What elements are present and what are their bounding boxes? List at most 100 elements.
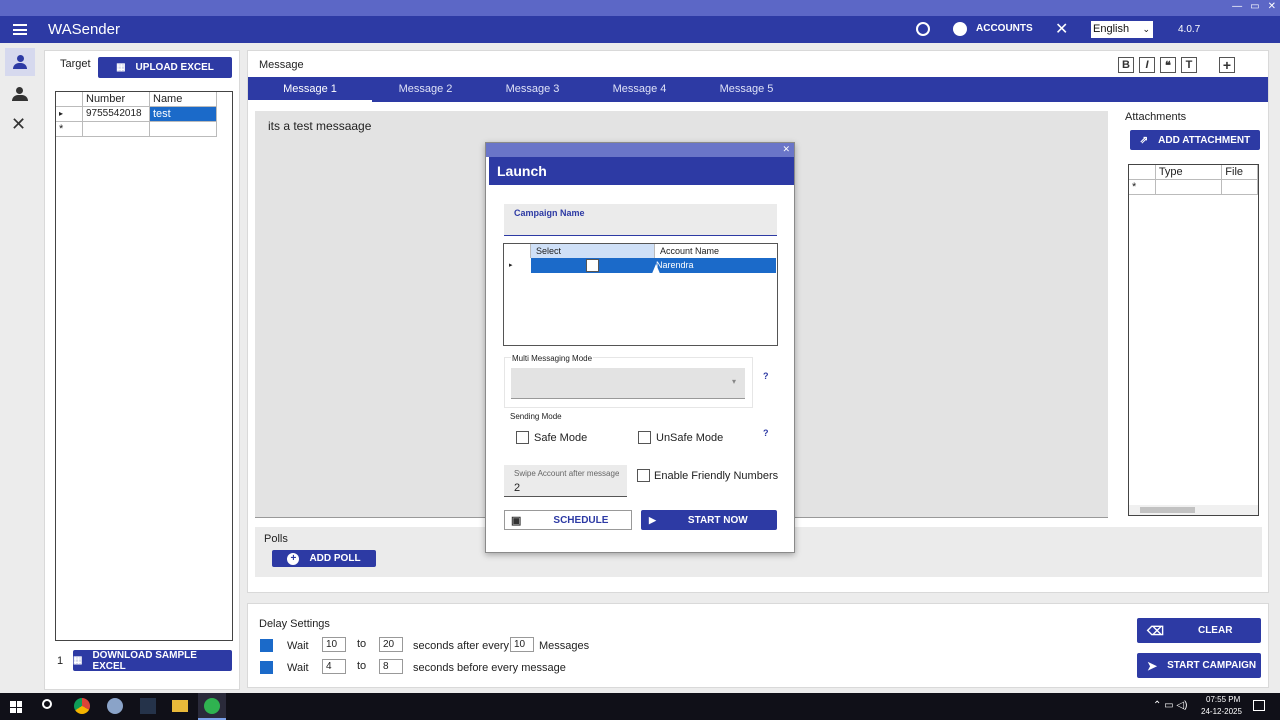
unsafe-mode-checkbox[interactable] [638,431,651,444]
notification-icon[interactable] [1253,700,1265,711]
table-row[interactable]: * [56,122,232,137]
excel-icon: ▦ [73,655,83,666]
language-value: English [1093,23,1130,35]
launch-dialog: ✕ Launch Campaign Name Select Account Na… [485,142,795,553]
messages-label: Messages [539,640,590,652]
clear-button[interactable]: ⌫ CLEAR [1137,618,1261,643]
add-attachment-label: ADD ATTACHMENT [1158,134,1251,146]
download-sample-excel-button[interactable]: ▦ DOWNLOAD SAMPLE EXCEL [73,650,232,672]
start-campaign-button[interactable]: ➤ START CAMPAIGN [1137,653,1261,678]
accounts-grid[interactable]: Select Account Name ▸ Narendra [503,243,778,346]
chevron-down-icon: ⌄ [1142,24,1150,34]
campaign-name-placeholder: Campaign Name [514,208,585,218]
campaign-name-input[interactable]: Campaign Name [504,204,777,236]
system-tray[interactable]: ⌃ ▭ ◁) [1153,700,1187,711]
maximize-button[interactable]: ▭ [1250,1,1259,12]
attachments-grid[interactable]: Type File * [1128,164,1259,516]
eraser-icon: ⌫ [1147,623,1164,638]
schedule-button[interactable]: ▣ SCHEDULE [504,510,632,530]
start-now-button[interactable]: ▶ START NOW [641,510,777,530]
hamburger-icon[interactable] [13,24,27,35]
nav-groups-icon[interactable] [10,87,30,101]
horizontal-scrollbar[interactable] [1129,505,1258,515]
polls-label: Polls [264,533,288,545]
add-attachment-button[interactable]: ⇗ ADD ATTACHMENT [1130,130,1260,150]
cell-name[interactable]: test [150,107,217,122]
minimize-button[interactable]: — [1232,1,1242,12]
wait-label: Wait [287,662,309,674]
delay-settings-label: Delay Settings [259,618,330,630]
cell-number[interactable]: 9755542018 [83,107,150,122]
sending-mode-help-icon[interactable]: ? [763,428,769,438]
swipe-account-input[interactable]: Swipe Account after message 2 [504,465,627,497]
swipe-account-label: Swipe Account after message [514,469,619,478]
strikethrough-icon[interactable]: T [1181,57,1197,73]
message-count-input[interactable]: 10 [510,637,534,652]
column-header-type[interactable]: Type [1155,165,1223,180]
delay-row-1-checkbox[interactable] [260,639,273,652]
table-row[interactable]: ▸ Narendra [504,258,777,273]
bold-icon[interactable]: B [1118,57,1134,73]
multi-mode-help-icon[interactable]: ? [763,371,769,381]
close-button[interactable]: ✕ [1268,1,1276,12]
friendly-numbers-checkbox[interactable] [637,469,650,482]
delay-row-2: Wait 4 to 8 seconds before every message [259,659,659,675]
dialog-close-button[interactable]: ✕ [782,144,790,155]
whatsapp-icon [953,22,967,36]
safe-mode-checkbox[interactable] [516,431,529,444]
column-header-select[interactable]: Select [531,244,654,258]
tab-message-4[interactable]: Message 4 [586,77,693,101]
upload-excel-button[interactable]: ▦ UPLOAD EXCEL [98,57,232,78]
delay-before-min-input[interactable]: 4 [322,659,346,674]
clock-date: 24-12-2025 [1201,707,1242,716]
add-poll-button[interactable]: + ADD POLL [272,550,376,567]
delay-min-input[interactable]: 10 [322,637,346,652]
nav-target-icon[interactable] [5,48,35,76]
tab-message-2[interactable]: Message 2 [372,77,479,101]
globe-icon[interactable] [916,22,930,36]
quote-icon[interactable]: ❝ [1160,57,1176,73]
tools-icon[interactable]: ✕ [1055,19,1068,39]
delay-row-2-checkbox[interactable] [260,661,273,674]
external-link-icon: ⇗ [1139,134,1149,146]
upload-excel-label: UPLOAD EXCEL [135,62,214,73]
clock-time: 07:55 PM [1206,695,1241,704]
tab-message-3[interactable]: Message 3 [479,77,586,101]
chrome-icon[interactable] [74,698,90,714]
windows-start-icon[interactable] [10,701,22,713]
target-grid[interactable]: Number Name ▸ 9755542018 test * [55,91,233,641]
column-header-number[interactable]: Number [83,92,150,107]
italic-icon[interactable]: I [1139,57,1155,73]
add-icon[interactable]: + [1219,57,1235,73]
delay-settings-panel: Delay Settings Wait 10 to 20 seconds aft… [247,603,1269,688]
multi-mode-select[interactable]: ▾ [511,368,745,399]
account-name-cell[interactable]: Narendra [654,258,776,273]
dialog-titlebar: ✕ [486,143,794,157]
delay-max-input[interactable]: 20 [379,637,403,652]
unsafe-mode-label: UnSafe Mode [656,432,724,444]
file-explorer-icon[interactable] [172,700,188,712]
column-header-file[interactable]: File [1222,165,1259,180]
column-header-account-name[interactable]: Account Name [654,244,776,258]
seconds-after-label: seconds after every [413,640,509,652]
language-select[interactable]: English ⌄ [1091,21,1153,38]
wasender-taskbar-icon[interactable] [198,693,226,720]
select-account-checkbox[interactable] [586,259,599,272]
message-tabs: Message 1 Message 2 Message 3 Message 4 … [248,77,1268,102]
play-icon: ▶ [649,514,656,525]
table-row[interactable]: * [1129,180,1259,195]
target-panel: Target ▦ UPLOAD EXCEL Number Name ▸ 9755… [44,50,240,690]
tab-message-5[interactable]: Message 5 [693,77,800,101]
to-label: to [357,660,367,672]
terminal-icon[interactable] [140,698,156,714]
column-header-name[interactable]: Name [150,92,217,107]
delay-before-max-input[interactable]: 8 [379,659,403,674]
mouse-cursor [651,264,661,276]
nav-tools-icon[interactable]: ✕ [11,114,26,135]
accounts-button[interactable]: ACCOUNTS [976,23,1033,34]
multi-messaging-mode-group: Multi Messaging Mode ▾ [504,354,753,408]
search-icon[interactable] [42,699,52,709]
app-icon[interactable] [107,698,123,714]
tab-message-1[interactable]: Message 1 [248,77,372,102]
table-row[interactable]: ▸ 9755542018 test [56,107,232,122]
